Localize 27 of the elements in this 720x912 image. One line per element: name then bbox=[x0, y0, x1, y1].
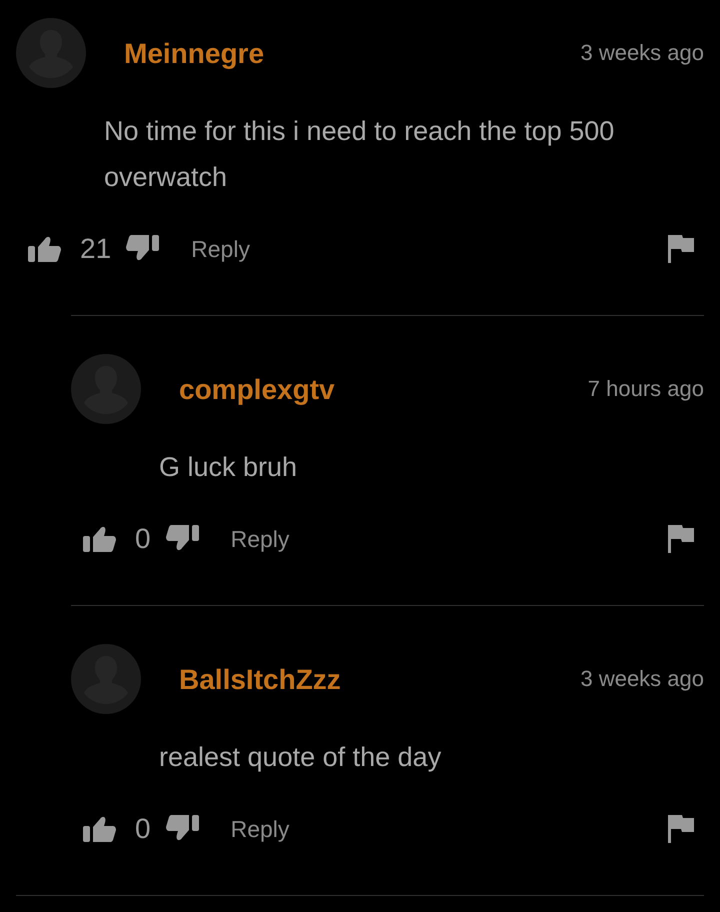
like-count: 0 bbox=[135, 812, 151, 846]
flag-icon[interactable] bbox=[668, 525, 694, 553]
thumbs-up-icon[interactable] bbox=[83, 815, 116, 843]
thumbs-up-icon[interactable] bbox=[28, 235, 61, 263]
reply-button[interactable]: Reply bbox=[230, 812, 290, 846]
reply-button[interactable]: Reply bbox=[230, 522, 290, 556]
avatar-icon bbox=[71, 354, 141, 424]
reply-button[interactable]: Reply bbox=[191, 232, 250, 266]
comment-text: No time for this i need to reach the top 500 overwatch bbox=[104, 115, 616, 194]
avatar-icon bbox=[16, 18, 86, 88]
like-count: 21 bbox=[80, 232, 112, 266]
timestamp: 7 hours ago bbox=[588, 376, 704, 402]
thumbs-down-icon[interactable] bbox=[166, 815, 199, 843]
username[interactable]: Meinnegre bbox=[124, 38, 264, 70]
username[interactable]: complexgtv bbox=[179, 374, 335, 406]
comment-text: realest quote of the day bbox=[159, 741, 442, 774]
avatar-icon bbox=[71, 644, 141, 714]
thumbs-up-icon[interactable] bbox=[83, 525, 116, 553]
username[interactable]: BallsItchZzz bbox=[179, 664, 341, 696]
thumbs-down-icon[interactable] bbox=[166, 525, 199, 553]
flag-icon[interactable] bbox=[668, 235, 694, 263]
timestamp: 3 weeks ago bbox=[580, 40, 704, 66]
thumbs-down-icon[interactable] bbox=[126, 235, 160, 263]
comment-text: G luck bruh bbox=[159, 451, 298, 484]
flag-icon[interactable] bbox=[668, 815, 694, 843]
like-count: 0 bbox=[135, 522, 151, 556]
timestamp: 3 weeks ago bbox=[580, 666, 704, 692]
